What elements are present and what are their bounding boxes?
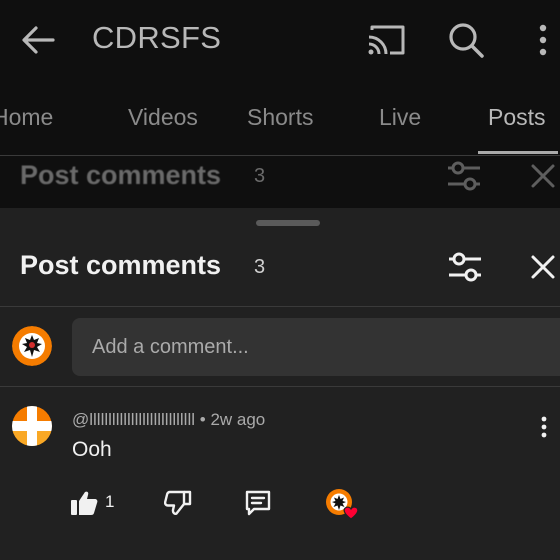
- search-icon: [449, 23, 484, 58]
- creator-heart-badge: [325, 488, 359, 522]
- back-button[interactable]: [18, 20, 58, 60]
- tab-shorts[interactable]: Shorts: [247, 104, 313, 131]
- comment-more-button[interactable]: [532, 412, 556, 442]
- cast-button[interactable]: [364, 18, 408, 62]
- like-count: 1: [105, 492, 115, 511]
- channel-tabs: Home Videos Shorts Live Posts: [0, 92, 560, 154]
- active-tab-indicator: [478, 151, 558, 154]
- add-comment-input[interactable]: [72, 318, 560, 376]
- comment-author[interactable]: @llllllllllllllllllllllllllll: [72, 410, 195, 429]
- dislike-button[interactable]: [160, 486, 196, 520]
- like-button[interactable]: [66, 486, 102, 520]
- more-vert-icon: [539, 24, 547, 56]
- tab-live[interactable]: Live: [379, 104, 421, 131]
- sort-filter-button[interactable]: [442, 246, 488, 288]
- channel-title: CDRSFS: [92, 20, 222, 55]
- thumbs-up-icon: [71, 491, 98, 515]
- meta-separator: •: [199, 410, 211, 429]
- search-button[interactable]: [444, 18, 488, 62]
- more-vert-icon: [541, 416, 547, 438]
- sheet-header-divider: [0, 306, 560, 307]
- back-arrow-icon: [22, 26, 55, 54]
- tab-posts[interactable]: Posts: [488, 104, 546, 131]
- tabs-divider: [0, 155, 560, 156]
- comment-text: Ooh: [72, 438, 112, 461]
- current-user-avatar: [12, 326, 52, 366]
- background-tune-icon: [446, 160, 482, 197]
- comment-meta: @llllllllllllllllllllllllllll • 2w ago: [72, 410, 265, 430]
- drag-handle[interactable]: [256, 220, 320, 226]
- comment-icon: [245, 490, 271, 516]
- comments-count: 3: [254, 256, 266, 278]
- background-comments-title: Post comments: [20, 160, 222, 190]
- background-comments-count: 3: [254, 165, 266, 187]
- reply-button[interactable]: [240, 486, 276, 520]
- tab-videos[interactable]: Videos: [128, 104, 198, 131]
- comment-time: 2w ago: [210, 410, 266, 429]
- tab-home[interactable]: Home: [0, 104, 53, 131]
- more-options-button[interactable]: [530, 18, 556, 62]
- thumbs-down-icon: [164, 490, 192, 515]
- commenter-avatar[interactable]: [12, 406, 52, 446]
- comments-title: Post comments: [20, 250, 222, 280]
- tune-icon: [449, 252, 481, 282]
- close-icon: [531, 255, 555, 279]
- close-sheet-button[interactable]: [524, 248, 560, 286]
- input-divider: [0, 386, 560, 387]
- background-close-icon: [530, 163, 556, 194]
- cast-icon: [368, 25, 405, 55]
